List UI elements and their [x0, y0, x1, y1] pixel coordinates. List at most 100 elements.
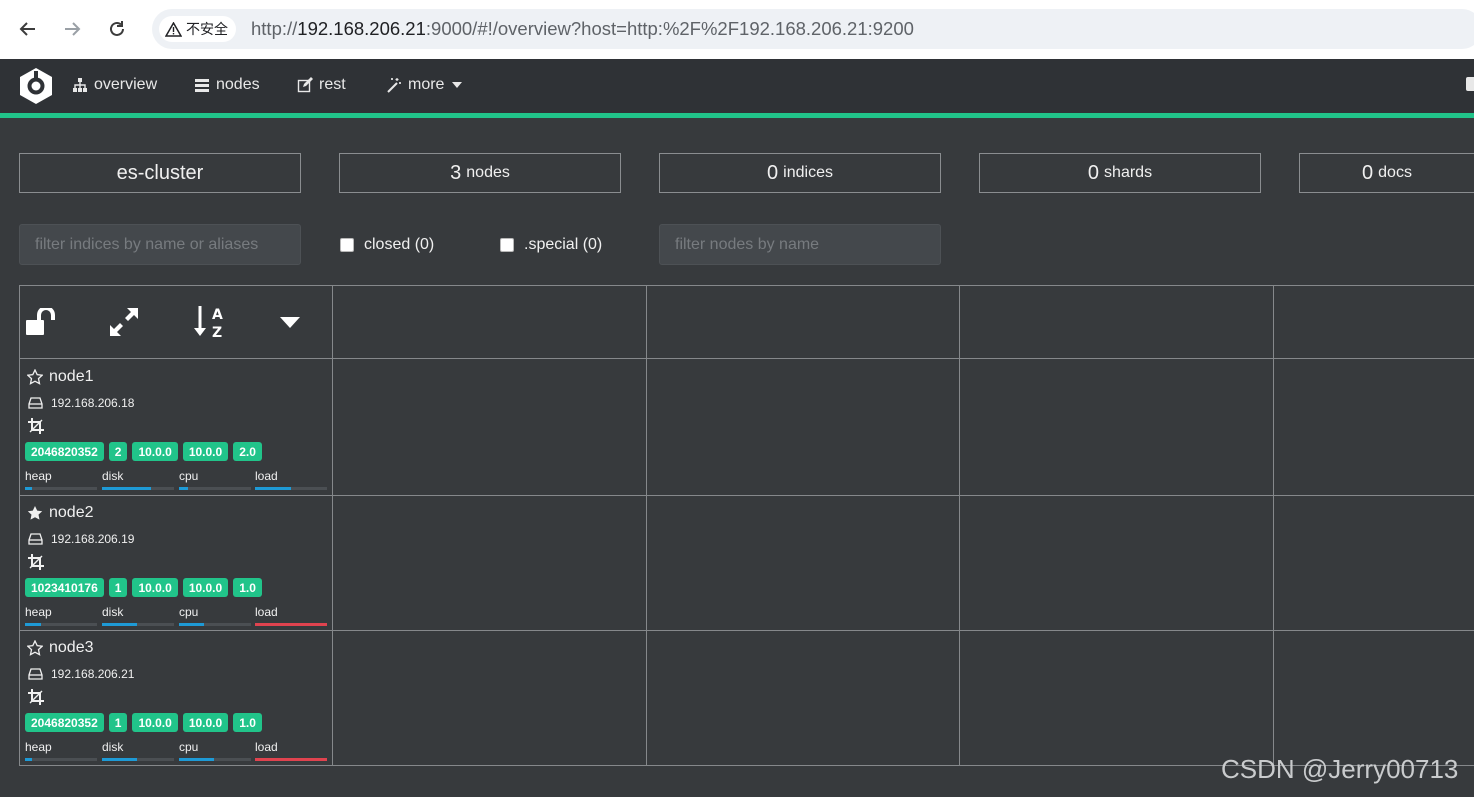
crop-icon[interactable]: [28, 554, 44, 570]
meter-heap: heap: [25, 469, 97, 490]
expand-icon[interactable]: [107, 305, 141, 339]
address-bar[interactable]: 不安全 http://192.168.206.21:9000/#!/overvi…: [152, 9, 1474, 49]
meter-fill: [102, 487, 151, 490]
caret-down-icon[interactable]: [276, 305, 304, 339]
meter-cpu: cpu: [179, 740, 251, 761]
filter-indices-input[interactable]: [19, 224, 301, 265]
node-card[interactable]: node1 192.168.206.18 2046820352 2 10.0.0…: [20, 359, 332, 494]
sitemap-icon: [73, 78, 87, 92]
docs-count-box: 0 docs: [1299, 153, 1474, 193]
closed-checkbox-box[interactable]: [340, 238, 354, 252]
cluster-name-box: es-cluster: [19, 153, 301, 193]
node-ip: 192.168.206.19: [28, 532, 134, 546]
sort-alpha-icon[interactable]: AZ: [192, 305, 228, 340]
meter-fill: [25, 487, 33, 490]
nav-rest[interactable]: rest: [297, 75, 346, 95]
meter-heap: heap: [25, 605, 97, 626]
node-card[interactable]: node2 192.168.206.19 1023410176 1 10.0.0…: [20, 495, 332, 630]
badge-heap-bytes: 1023410176: [25, 578, 104, 597]
badge-processors: 2: [108, 442, 128, 461]
meter-fill: [25, 758, 33, 761]
closed-checkbox-label: closed (0): [364, 236, 435, 253]
menu-edge-icon[interactable]: [1466, 77, 1474, 91]
special-checkbox[interactable]: .special (0): [500, 236, 602, 254]
docs-count: 0: [1362, 161, 1374, 184]
shards-count: 0: [1087, 161, 1100, 184]
closed-checkbox[interactable]: closed (0): [340, 236, 434, 254]
hdd-icon: [28, 533, 43, 545]
star-outline-icon: [27, 369, 43, 385]
indices-count: 0: [767, 161, 779, 184]
node-ip-text: 192.168.206.21: [51, 667, 135, 681]
filter-nodes-input[interactable]: [659, 224, 941, 265]
star-filled-icon: [27, 506, 43, 520]
badge-heap-bytes: 2046820352: [25, 713, 104, 732]
meter-fill: [102, 758, 137, 761]
badge-load: 1.0: [233, 578, 262, 597]
svg-text:A: A: [212, 307, 223, 323]
badge-version-2: 10.0.0: [182, 442, 229, 461]
indices-count-box: 0 indices: [659, 153, 941, 193]
nav-more[interactable]: more: [386, 75, 463, 95]
badge-processors: 1: [108, 578, 128, 597]
meter-load: load: [255, 469, 327, 490]
reload-icon[interactable]: [102, 14, 132, 44]
meter-fill: [102, 623, 137, 626]
meter-cpu: cpu: [179, 605, 251, 626]
crop-icon[interactable]: [28, 689, 44, 705]
unlock-icon[interactable]: [24, 305, 58, 339]
node-ip: 192.168.206.18: [28, 396, 134, 410]
meter-load: load: [255, 740, 327, 761]
badge-heap-bytes: 2046820352: [25, 442, 104, 461]
badge-load: 1.0: [233, 713, 262, 732]
forward-arrow-icon[interactable]: [57, 14, 87, 44]
badge-version-2: 10.0.0: [182, 713, 229, 732]
nodes-count-label: nodes: [466, 164, 510, 181]
hdd-icon: [28, 397, 43, 409]
meter-cpu: cpu: [179, 469, 251, 490]
nav-nodes[interactable]: nodes: [194, 75, 260, 95]
caret-down-icon: [452, 82, 463, 88]
watermark: CSDN @Jerry00713: [1221, 754, 1459, 784]
meter-fill: [179, 487, 188, 490]
node-title[interactable]: node2: [27, 504, 94, 522]
back-arrow-icon[interactable]: [13, 14, 43, 44]
node-ip-text: 192.168.206.19: [51, 532, 135, 546]
nav-overview[interactable]: overview: [72, 75, 157, 95]
nav-more-label: more: [408, 76, 445, 93]
badge-version-2: 10.0.0: [182, 578, 229, 597]
node-name: node2: [49, 504, 94, 521]
shards-count-box: 0 shards: [979, 153, 1261, 193]
star-outline-icon: [27, 640, 43, 656]
meter-load: load: [255, 605, 327, 626]
meter-fill: [179, 623, 205, 626]
meter-disk: disk: [102, 605, 174, 626]
node-card[interactable]: node3 192.168.206.21 2046820352 1 10.0.0…: [20, 630, 332, 765]
badge-processors: 1: [108, 713, 128, 732]
accent-line: [0, 113, 1474, 118]
meter-disk: disk: [102, 740, 174, 761]
badge-load: 2.0: [233, 442, 262, 461]
app-logo-icon[interactable]: [18, 67, 54, 105]
meter-fill: [255, 487, 291, 490]
magic-wand-icon: [387, 78, 401, 93]
security-chip[interactable]: 不安全: [159, 16, 236, 42]
meter-fill: [255, 758, 327, 761]
node-badges: 1023410176 1 10.0.0 10.0.0 1.0: [25, 578, 262, 597]
nav-nodes-label: nodes: [216, 76, 260, 93]
meter-fill: [255, 623, 327, 626]
indices-count-label: indices: [783, 164, 833, 181]
special-checkbox-box[interactable]: [500, 238, 514, 252]
server-icon: [195, 79, 209, 92]
nodes-count-box: 3 nodes: [339, 153, 621, 193]
security-label: 不安全: [186, 22, 228, 38]
crop-icon[interactable]: [28, 418, 44, 434]
node-title[interactable]: node1: [27, 368, 94, 386]
browser-toolbar: 不安全 http://192.168.206.21:9000/#!/overvi…: [0, 0, 1474, 59]
url-text[interactable]: http://192.168.206.21:9000/#!/overview?h…: [251, 18, 914, 40]
badge-version: 10.0.0: [132, 442, 178, 461]
badge-version: 10.0.0: [132, 578, 178, 597]
special-checkbox-label: .special (0): [524, 236, 603, 253]
meter-disk: disk: [102, 469, 174, 490]
node-title[interactable]: node3: [27, 639, 94, 657]
